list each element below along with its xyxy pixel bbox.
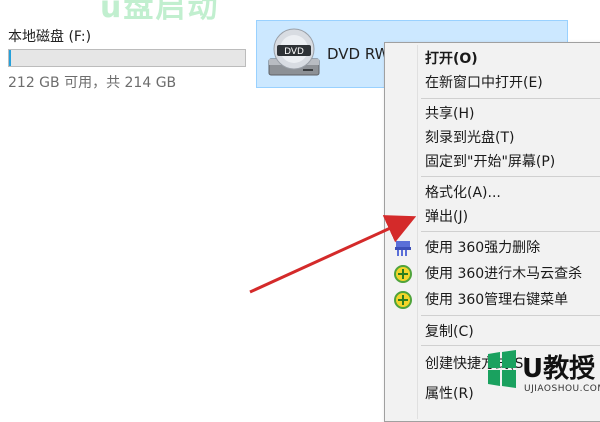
menu-separator: [421, 176, 600, 177]
360-shredder-icon: [393, 239, 413, 257]
menu-separator: [421, 231, 600, 232]
menu-item[interactable]: 固定到"开始"屏幕(P): [387, 151, 600, 173]
360-manage-icon: [393, 291, 413, 309]
menu-item-label: 格式化(A)...: [425, 185, 501, 201]
menu-item[interactable]: 刻录到光盘(T): [387, 127, 600, 149]
menu-item[interactable]: 打开(O): [387, 48, 600, 70]
menu-separator: [421, 98, 600, 99]
menu-item[interactable]: 使用 360进行木马云查杀: [387, 263, 600, 285]
drive-f-tile[interactable]: 本地磁盘 (F:) 212 GB 可用，共 214 GB: [8, 26, 248, 92]
drive-f-name: 本地磁盘 (F:): [8, 29, 92, 45]
menu-item[interactable]: 弹出(J): [387, 206, 600, 228]
menu-item-label: 使用 360进行木马云查杀: [425, 266, 583, 282]
menu-item-label: 复制(C): [425, 324, 474, 340]
menu-item[interactable]: 使用 360强力删除: [387, 237, 600, 259]
menu-item-label: 使用 360强力删除: [425, 240, 541, 256]
dvd-drive-icon: DVD: [268, 28, 320, 76]
menu-item[interactable]: 在新窗口中打开(E): [387, 72, 600, 94]
menu-separator: [421, 345, 600, 346]
menu-item-label: 共享(H): [425, 106, 475, 122]
menu-item-label: 弹出(J): [425, 209, 469, 225]
360-scan-icon: [393, 265, 413, 283]
brand-watermark: U教授 UJIAOSHOU.COM: [482, 348, 600, 400]
drive-f-free-space: 212 GB 可用，共 214 GB: [8, 75, 177, 91]
menu-item-label: 打开(O): [425, 51, 478, 67]
menu-item[interactable]: 复制(C): [387, 321, 600, 343]
drive-f-usage-bar: [8, 49, 246, 67]
menu-item-label: 使用 360管理右键菜单: [425, 292, 569, 308]
menu-item-label: 在新窗口中打开(E): [425, 75, 543, 91]
menu-item-label: 刻录到光盘(T): [425, 130, 515, 146]
drive-f-usage-fill: [9, 50, 12, 66]
menu-separator: [421, 315, 600, 316]
menu-item-label: 固定到"开始"屏幕(P): [425, 154, 556, 170]
top-banner-text: u盘启动: [100, 0, 220, 25]
watermark-brand: U教授: [522, 354, 596, 384]
menu-item[interactable]: 共享(H): [387, 103, 600, 125]
dvd-icon-text: DVD: [284, 47, 304, 57]
menu-item[interactable]: 格式化(A)...: [387, 182, 600, 204]
dvd-drive-label: DVD RW: [327, 45, 390, 63]
watermark-url: UJIAOSHOU.COM: [524, 384, 600, 394]
menu-item[interactable]: 使用 360管理右键菜单: [387, 289, 600, 311]
windows-logo-icon: [488, 350, 516, 388]
